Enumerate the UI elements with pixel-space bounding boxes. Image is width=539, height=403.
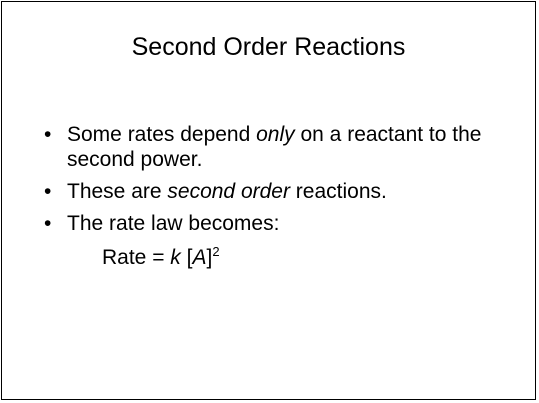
slide: Second Order Reactions • Some rates depen… (1, 1, 536, 400)
bullet-item: • Some rates depend only on a reactant to… (42, 122, 512, 172)
bullet-emphasis: second order (167, 180, 290, 203)
rate-law-formula: Rate = k [A]2 (102, 245, 220, 270)
bullet-marker: • (44, 212, 52, 235)
bullet-emphasis: only (256, 123, 295, 146)
formula-exponent: 2 (212, 244, 220, 259)
bullet-item: • These are second order reactions. (42, 179, 512, 204)
slide-title: Second Order Reactions (131, 33, 406, 61)
bullet-marker: • (44, 180, 52, 203)
bullet-marker: • (44, 123, 52, 146)
formula-species: A (192, 246, 207, 269)
bullet-text: These are (67, 180, 168, 203)
bullet-text: Some rates depend (67, 123, 257, 146)
rate-constant: k (170, 246, 181, 269)
bullet-list: • Some rates depend only on a reactant to… (42, 122, 512, 243)
bullet-item: • The rate law becomes: (42, 211, 512, 236)
bullet-text: The rate law becomes: (67, 212, 280, 235)
formula-lhs: Rate = (102, 246, 171, 269)
bullet-text: reactions. (289, 180, 387, 203)
formula-open-bracket: [ (180, 246, 193, 269)
